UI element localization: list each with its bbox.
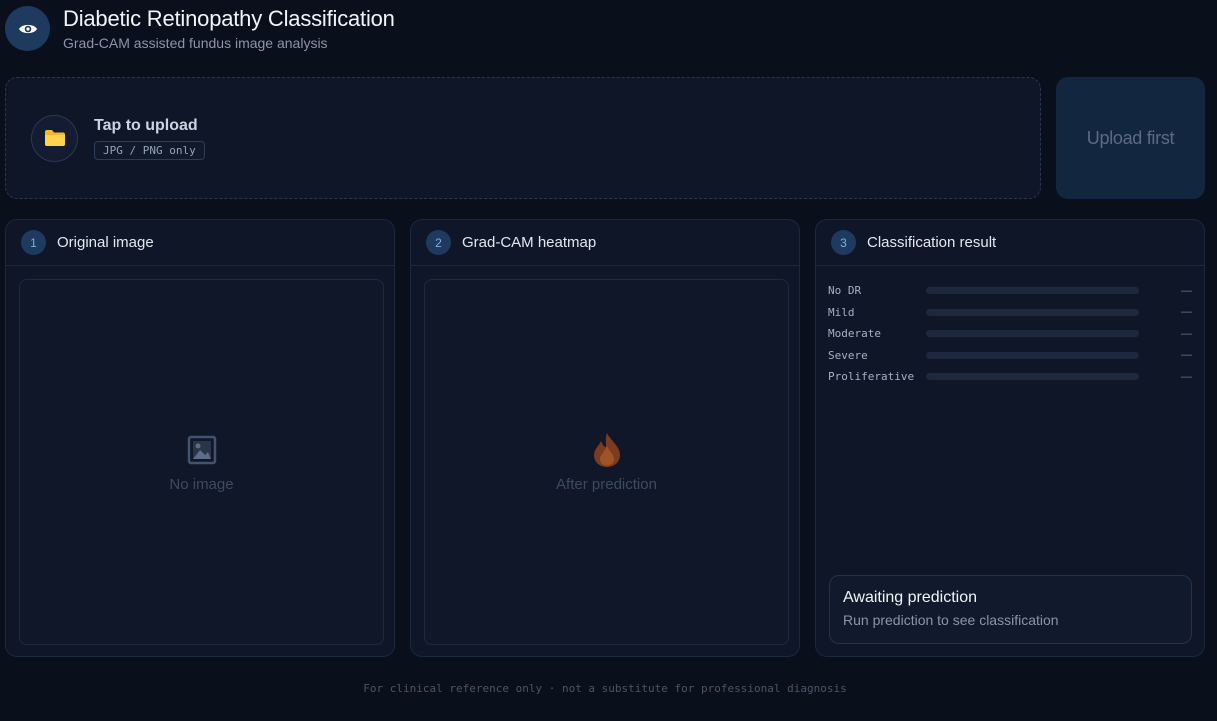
classification-panel: 3 Classification result No DR — Mild — M… xyxy=(815,219,1205,657)
page-title: Diabetic Retinopathy Classification xyxy=(63,6,395,31)
eye-icon xyxy=(5,6,50,51)
class-label: Proliferative xyxy=(828,370,915,384)
probability-bar xyxy=(926,308,1139,316)
page-subtitle: Grad-CAM assisted fundus image analysis xyxy=(63,35,328,51)
class-row-severe: Severe — xyxy=(828,345,1192,367)
placeholder-text: After prediction xyxy=(556,475,657,493)
step-number: 3 xyxy=(831,230,856,255)
folder-icon xyxy=(31,114,78,162)
header: Diabetic Retinopathy Classification Grad… xyxy=(5,6,395,51)
original-image-placeholder: No image xyxy=(19,279,384,645)
placeholder-text: No image xyxy=(169,475,234,493)
class-value: — xyxy=(1181,349,1192,362)
upload-dropzone[interactable]: Tap to upload JPG / PNG only xyxy=(5,77,1041,199)
probability-bar xyxy=(926,351,1139,359)
original-image-panel: 1 Original image No image xyxy=(5,219,395,657)
class-value: — xyxy=(1181,306,1192,319)
class-probability-list: No DR — Mild — Moderate — Severe — Proli… xyxy=(816,266,1204,388)
class-row-moderate: Moderate — xyxy=(828,323,1192,345)
class-value: — xyxy=(1181,370,1192,383)
upload-title: Tap to upload xyxy=(94,116,198,134)
disclaimer-footer: For clinical reference only · not a subs… xyxy=(363,682,847,695)
class-row-no-dr: No DR — xyxy=(828,280,1192,302)
result-title: Awaiting prediction xyxy=(843,589,978,606)
panel-title: Original image xyxy=(57,234,154,251)
step-number: 2 xyxy=(426,230,451,255)
result-summary: Awaiting prediction Run prediction to se… xyxy=(829,575,1192,644)
class-label: Moderate xyxy=(828,327,881,341)
upload-format-hint: JPG / PNG only xyxy=(94,140,205,160)
heatmap-panel: 2 Grad-CAM heatmap After prediction xyxy=(410,219,800,657)
flame-icon xyxy=(593,432,621,468)
result-subtitle: Run prediction to see classification xyxy=(843,612,1059,628)
image-placeholder-icon xyxy=(187,432,217,468)
class-row-proliferative: Proliferative — xyxy=(828,366,1192,388)
predict-button[interactable]: Upload first xyxy=(1056,77,1205,199)
probability-bar xyxy=(926,287,1139,295)
class-label: No DR xyxy=(828,284,862,298)
class-value: — xyxy=(1181,327,1192,340)
app-root: Diabetic Retinopathy Classification Grad… xyxy=(0,0,1217,721)
class-label: Severe xyxy=(828,348,868,362)
probability-bar xyxy=(926,330,1139,338)
class-value: — xyxy=(1181,284,1192,297)
panel-title: Classification result xyxy=(867,234,997,251)
panel-title: Grad-CAM heatmap xyxy=(462,234,597,251)
class-label: Mild xyxy=(828,305,855,319)
probability-bar xyxy=(926,373,1139,381)
class-row-mild: Mild — xyxy=(828,302,1192,324)
heatmap-placeholder: After prediction xyxy=(424,279,789,645)
step-number: 1 xyxy=(21,230,46,255)
